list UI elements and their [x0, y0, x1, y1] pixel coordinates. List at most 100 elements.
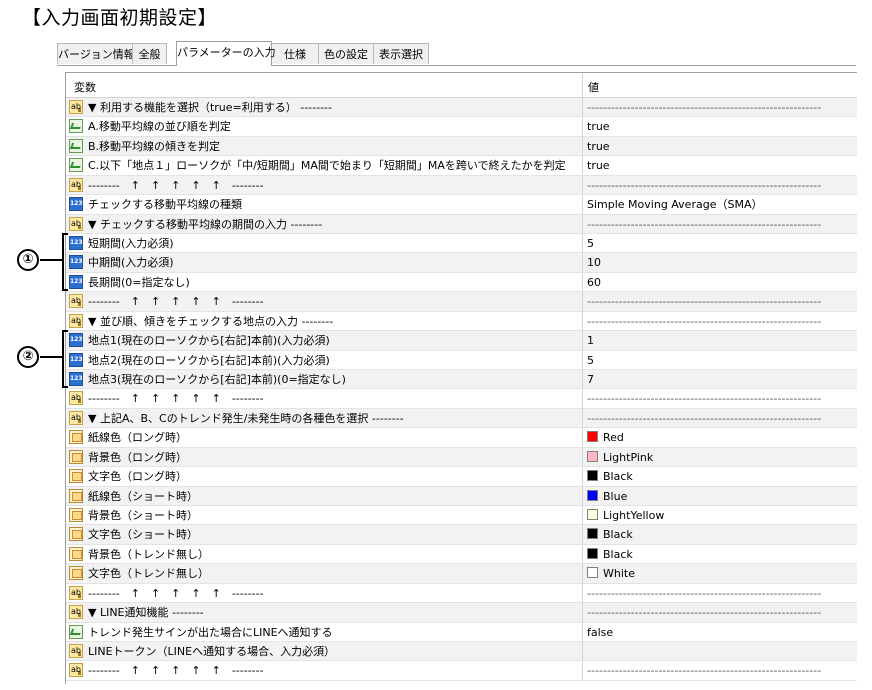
- parameter-value[interactable]: Simple Moving Average（SMA）: [587, 198, 762, 211]
- parameter-value[interactable]: 7: [587, 373, 594, 386]
- table-row[interactable]: 短期間(入力必須) 5: [66, 234, 857, 254]
- variable-name: 紙線色（ロング時）: [88, 431, 187, 445]
- color-swatch[interactable]: [587, 489, 598, 501]
- table-row[interactable]: 長期間(0=指定なし) 60: [66, 272, 857, 293]
- parameter-value[interactable]: Black: [603, 528, 633, 541]
- tab-label: 全般: [138, 48, 161, 61]
- table-row[interactable]: C.以下「地点１」ローソクが「中/短期間」MA間で始まり「短期間」MAを跨いで終…: [66, 156, 857, 176]
- variable-name: 紙線色（ショート時）: [88, 489, 198, 503]
- parameter-value[interactable]: Black: [603, 548, 633, 561]
- color-swatch[interactable]: [587, 509, 598, 521]
- color-swatch[interactable]: [587, 547, 598, 559]
- tab-color-settings[interactable]: 色の設定: [318, 43, 374, 64]
- table-row[interactable]: チェックする移動平均線の種類 Simple Moving Average（SMA）: [66, 195, 857, 215]
- parameter-value[interactable]: ----------------------------------------…: [587, 295, 821, 308]
- parameter-value[interactable]: Black: [603, 470, 633, 483]
- table-row[interactable]: 紙線色（ショート時） Blue: [66, 486, 857, 507]
- variable-name: ▼ 並び順、傾きをチェックする地点の入力 --------: [88, 314, 334, 328]
- parameter-table: 変数 値 ▼ 利用する機能を選択（true=利用する） -------- ----…: [65, 72, 857, 684]
- table-row[interactable]: 中期間(入力必須) 10: [66, 253, 857, 273]
- parameter-value[interactable]: ----------------------------------------…: [587, 606, 821, 619]
- parameter-value[interactable]: White: [603, 567, 635, 580]
- table-row[interactable]: 背景色（ロング時） LightPink: [66, 447, 857, 468]
- table-row[interactable]: 地点3(現在のローソクから[右記]本前)(0=指定なし) 7: [66, 370, 857, 390]
- variable-name: -------- ↑ ↑ ↑ ↑ ↑ --------: [88, 178, 264, 192]
- table-row[interactable]: LINEトークン（LINEへ通知する場合、入力必須）: [66, 642, 857, 662]
- parameter-value[interactable]: LightPink: [603, 451, 653, 464]
- parameter-value[interactable]: true: [587, 159, 610, 172]
- table-row[interactable]: 文字色（トレンド無し） White: [66, 564, 857, 584]
- string-param-icon: [69, 216, 83, 231]
- parameter-value[interactable]: ----------------------------------------…: [587, 587, 821, 600]
- color-swatch[interactable]: [587, 470, 598, 482]
- table-row[interactable]: -------- ↑ ↑ ↑ ↑ ↑ -------- -------------…: [66, 292, 857, 312]
- parameter-value[interactable]: ----------------------------------------…: [587, 315, 821, 328]
- parameter-value[interactable]: LightYellow: [603, 509, 664, 522]
- parameter-value[interactable]: 60: [587, 276, 601, 289]
- tab-specification[interactable]: 仕様: [271, 43, 319, 64]
- integer-param-icon: [69, 197, 83, 212]
- parameter-value[interactable]: 5: [587, 354, 594, 367]
- color-swatch[interactable]: [587, 431, 598, 443]
- tab-label: パラメーターの入力: [177, 46, 276, 59]
- table-row[interactable]: 地点1(現在のローソクから[右記]本前)(入力必須) 1: [66, 331, 857, 351]
- annotation-marker-1: ①: [17, 249, 39, 271]
- table-row[interactable]: ▼ チェックする移動平均線の期間の入力 -------- ------------…: [66, 214, 857, 234]
- parameter-value[interactable]: 10: [587, 256, 601, 269]
- variable-name: LINEトークン（LINEへ通知する場合、入力必須）: [88, 645, 336, 659]
- table-row[interactable]: 背景色（ショート時） LightYellow: [66, 506, 857, 526]
- table-row[interactable]: -------- ↑ ↑ ↑ ↑ ↑ -------- -------------…: [66, 661, 857, 681]
- string-param-icon: [69, 644, 83, 659]
- parameter-value[interactable]: true: [587, 120, 610, 133]
- table-row[interactable]: 背景色（トレンド無し） Black: [66, 544, 857, 565]
- annotation-bracket-2: [62, 330, 68, 388]
- table-row[interactable]: 地点2(現在のローソクから[右記]本前)(入力必須) 5: [66, 350, 857, 370]
- table-row[interactable]: ▼ 並び順、傾きをチェックする地点の入力 -------- -----------…: [66, 311, 857, 332]
- parameter-value[interactable]: true: [587, 140, 610, 153]
- tab-parameter-input[interactable]: パラメーターの入力: [176, 41, 276, 66]
- table-row[interactable]: A.移動平均線の並び順を判定 true: [66, 117, 857, 137]
- parameter-value[interactable]: 1: [587, 334, 594, 347]
- parameter-value[interactable]: Red: [603, 431, 624, 444]
- tab-display-select[interactable]: 表示選択: [373, 43, 429, 64]
- column-header-value[interactable]: 値: [588, 79, 599, 95]
- parameter-value[interactable]: ----------------------------------------…: [587, 664, 821, 677]
- table-row[interactable]: -------- ↑ ↑ ↑ ↑ ↑ -------- -------------…: [66, 175, 857, 196]
- integer-param-icon: [69, 274, 83, 289]
- table-row[interactable]: -------- ↑ ↑ ↑ ↑ ↑ -------- -------------…: [66, 389, 857, 409]
- variable-name: 中期間(入力必須): [88, 256, 174, 270]
- parameter-value[interactable]: ----------------------------------------…: [587, 412, 821, 425]
- table-row[interactable]: ▼ LINE通知機能 -------- ---------------------…: [66, 603, 857, 623]
- color-swatch[interactable]: [587, 528, 598, 540]
- color-param-icon: [69, 488, 83, 503]
- parameter-value[interactable]: ----------------------------------------…: [587, 179, 821, 192]
- table-row[interactable]: ▼ 上記A、B、Cのトレンド発生/未発生時の各種色を選択 -------- ---…: [66, 408, 857, 429]
- parameter-value[interactable]: ----------------------------------------…: [587, 101, 821, 114]
- variable-name: -------- ↑ ↑ ↑ ↑ ↑ --------: [88, 664, 264, 678]
- table-row[interactable]: 紙線色（ロング時） Red: [66, 428, 857, 448]
- string-param-icon: [69, 100, 83, 114]
- table-row[interactable]: B.移動平均線の傾きを判定 true: [66, 136, 857, 157]
- color-param-icon: [69, 508, 83, 523]
- variable-name: 文字色（トレンド無し）: [88, 567, 209, 581]
- table-row[interactable]: トレンド発生サインが出た場合にLINEへ通知する false: [66, 622, 857, 643]
- column-header-variable[interactable]: 変数: [74, 79, 96, 95]
- tab-version-info[interactable]: バージョン情報: [57, 43, 135, 64]
- color-swatch[interactable]: [587, 450, 598, 462]
- parameter-value[interactable]: Blue: [603, 490, 627, 503]
- variable-name: C.以下「地点１」ローソクが「中/短期間」MA間で始まり「短期間」MAを跨いで終…: [88, 159, 566, 173]
- string-param-icon: [69, 663, 83, 678]
- variable-name: ▼ チェックする移動平均線の期間の入力 --------: [88, 217, 323, 231]
- table-row[interactable]: -------- ↑ ↑ ↑ ↑ ↑ -------- -------------…: [66, 583, 857, 604]
- color-param-icon: [69, 546, 83, 561]
- parameter-value[interactable]: 5: [587, 237, 594, 250]
- parameter-value[interactable]: ----------------------------------------…: [587, 392, 821, 405]
- table-row[interactable]: 文字色（ショート時） Black: [66, 525, 857, 545]
- tab-general[interactable]: 全般: [132, 43, 167, 64]
- parameter-value[interactable]: ----------------------------------------…: [587, 218, 821, 231]
- variable-name: 地点1(現在のローソクから[右記]本前)(入力必須): [88, 334, 330, 348]
- table-row[interactable]: 文字色（ロング時） Black: [66, 467, 857, 487]
- color-swatch[interactable]: [587, 567, 598, 579]
- parameter-value[interactable]: false: [587, 626, 613, 639]
- table-row[interactable]: ▼ 利用する機能を選択（true=利用する） -------- ---------…: [66, 98, 857, 118]
